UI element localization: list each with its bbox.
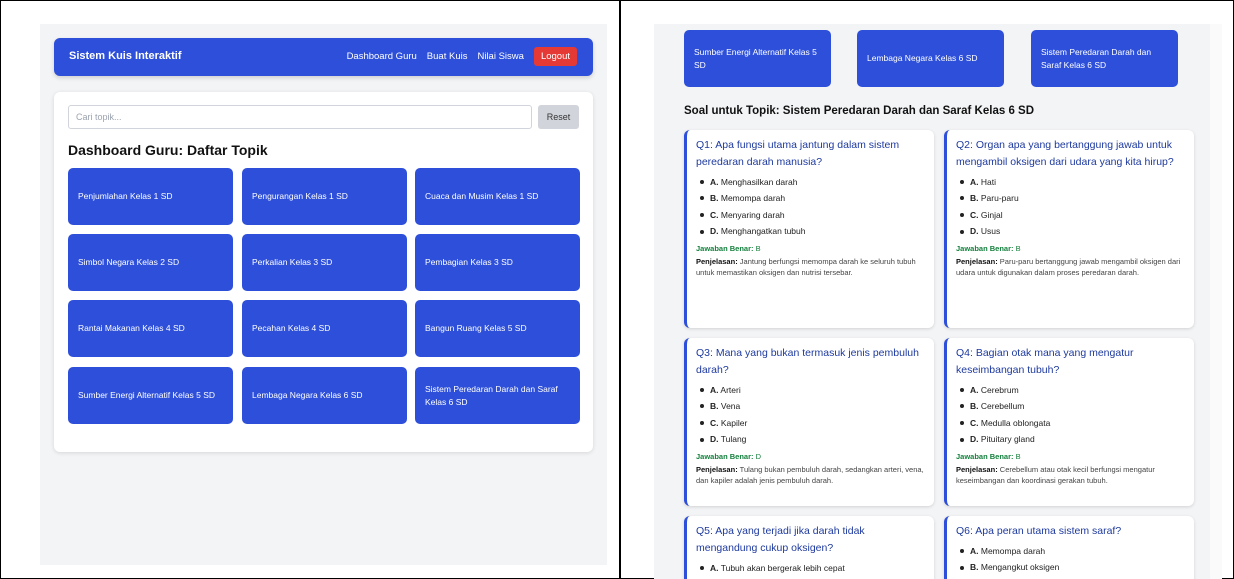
options-list: A. Hati B. Paru-paru C. Ginjal D. Usus: [956, 174, 1185, 240]
explanation: Penjelasan: Jantung berfungsi memompa da…: [696, 256, 916, 277]
page-title: Dashboard Guru: Daftar Topik: [68, 142, 268, 158]
bullet-icon: [960, 179, 964, 184]
option-item: A. Memompa darah: [956, 543, 1185, 560]
bullet-icon: [960, 437, 964, 442]
option-item: C. Menyaring darah: [696, 207, 925, 224]
bullet-icon: [700, 212, 704, 217]
option-item: B. Vena: [696, 398, 925, 415]
topic-button[interactable]: Penjumlahan Kelas 1 SD: [68, 168, 233, 225]
correct-answer: Jawaban Benar: B: [696, 243, 761, 253]
option-item: B. Paru-paru: [956, 190, 1185, 207]
nav-nilai-siswa[interactable]: Nilai Siswa: [477, 51, 523, 62]
options-list: A. Menghasilkan darah B. Memompa darah C…: [696, 174, 925, 240]
brand-title[interactable]: Sistem Kuis Interaktif: [69, 50, 181, 62]
search-input[interactable]: Cari topik...: [68, 105, 532, 129]
option-item: D. Usus: [956, 223, 1185, 240]
topic-card: Cari topik... Reset Dashboard Guru: Daft…: [54, 92, 593, 452]
option-item: D. Menghangatkan tubuh: [696, 223, 925, 240]
topic-button[interactable]: Cuaca dan Musim Kelas 1 SD: [415, 168, 580, 225]
explanation: Penjelasan: Cerebellum atau otak kecil b…: [956, 464, 1155, 485]
option-item: A. Tubuh akan bergerak lebih cepat: [696, 560, 925, 577]
topic-button[interactable]: Simbol Negara Kelas 2 SD: [68, 234, 233, 291]
explanation: Penjelasan: Tulang bukan pembuluh darah,…: [696, 464, 924, 485]
topic-button[interactable]: Pengurangan Kelas 1 SD: [242, 168, 407, 225]
correct-answer: Jawaban Benar: B: [956, 451, 1021, 461]
scrollbar[interactable]: [1210, 24, 1222, 579]
bullet-icon: [700, 404, 704, 409]
option-item: A. Hati: [956, 174, 1185, 191]
topic-button[interactable]: Bangun Ruang Kelas 5 SD: [415, 300, 580, 357]
question-text: Q3: Mana yang bukan termasuk jenis pembu…: [696, 347, 919, 376]
topic-button[interactable]: Rantai Makanan Kelas 4 SD: [68, 300, 233, 357]
navbar: Sistem Kuis Interaktif Dashboard Guru Bu…: [54, 38, 593, 76]
option-item: A. Menghasilkan darah: [696, 174, 925, 191]
bullet-icon: [700, 565, 704, 570]
topic-button[interactable]: Pembagian Kelas 3 SD: [415, 234, 580, 291]
correct-answer: Jawaban Benar: B: [956, 243, 1021, 253]
option-item: B. Cerebellum: [956, 398, 1185, 415]
topic-button[interactable]: Perkalian Kelas 3 SD: [242, 234, 407, 291]
option-item: A. Arteri: [696, 382, 925, 399]
question-card: Q2: Organ apa yang bertanggung jawab unt…: [944, 130, 1194, 328]
option-item: C. Ginjal: [956, 207, 1185, 224]
questions-heading: Soal untuk Topik: Sistem Peredaran Darah…: [684, 105, 1035, 117]
question-text: Q6: Apa peran utama sistem saraf?: [956, 525, 1122, 537]
question-card: Q5: Apa yang terjadi jika darah tidak me…: [684, 516, 934, 579]
nav-buat-kuis[interactable]: Buat Kuis: [427, 51, 468, 62]
bullet-icon: [700, 437, 704, 442]
question-card: Q1: Apa fungsi utama jantung dalam siste…: [684, 130, 934, 328]
options-list: A. Arteri B. Vena C. Kapiler D. Tulang: [696, 382, 925, 448]
question-card: Q3: Mana yang bukan termasuk jenis pembu…: [684, 338, 934, 506]
topic-button[interactable]: Sumber Energi Alternatif Kelas 5 SD: [684, 30, 831, 87]
topic-button[interactable]: Sistem Peredaran Darah dan Saraf Kelas 6…: [415, 367, 580, 424]
option-item: B. Memompa darah: [696, 190, 925, 207]
question-text: Q1: Apa fungsi utama jantung dalam siste…: [696, 139, 900, 168]
option-item: A. Cerebrum: [956, 382, 1185, 399]
options-list: A. Tubuh akan bergerak lebih cepat: [696, 560, 925, 577]
nav-dashboard-guru[interactable]: Dashboard Guru: [347, 51, 417, 62]
option-item: B. Mengangkut oksigen: [956, 559, 1185, 576]
option-item: D. Tulang: [696, 431, 925, 448]
topic-button[interactable]: Lembaga Negara Kelas 6 SD: [242, 367, 407, 424]
topic-button[interactable]: Sistem Peredaran Darah dan Saraf Kelas 6…: [1031, 30, 1178, 87]
options-list: A. Cerebrum B. Cerebellum C. Medulla obl…: [956, 382, 1185, 448]
bullet-icon: [960, 387, 964, 392]
option-item: C. Kapiler: [696, 415, 925, 432]
topic-button[interactable]: Lembaga Negara Kelas 6 SD: [857, 30, 1004, 87]
option-item: D. Pituitary gland: [956, 431, 1185, 448]
option-item: C. Medulla oblongata: [956, 415, 1185, 432]
panel-divider: [619, 0, 621, 579]
bullet-icon: [960, 196, 964, 201]
options-list: A. Memompa darah B. Mengangkut oksigen: [956, 543, 1185, 576]
bullet-icon: [960, 404, 964, 409]
bullet-icon: [960, 229, 964, 234]
bullet-icon: [700, 229, 704, 234]
right-screen: Sumber Energi Alternatif Kelas 5 SD Lemb…: [654, 24, 1210, 579]
question-text: Q5: Apa yang terjadi jika darah tidak me…: [696, 525, 865, 554]
bullet-icon: [960, 212, 964, 217]
bullet-icon: [700, 196, 704, 201]
logout-button[interactable]: Logout: [533, 47, 577, 66]
bullet-icon: [700, 179, 704, 184]
topic-button[interactable]: Sumber Energi Alternatif Kelas 5 SD: [68, 367, 233, 424]
topic-button[interactable]: Pecahan Kelas 4 SD: [242, 300, 407, 357]
bullet-icon: [960, 420, 964, 425]
left-screen: Sistem Kuis Interaktif Dashboard Guru Bu…: [40, 24, 607, 565]
correct-answer: Jawaban Benar: D: [696, 451, 762, 461]
question-text: Q4: Bagian otak mana yang mengatur kesei…: [956, 347, 1134, 376]
bullet-icon: [700, 420, 704, 425]
explanation: Penjelasan: Paru-paru bertanggung jawab …: [956, 256, 1181, 277]
question-card: Q6: Apa peran utama sistem saraf? A. Mem…: [944, 516, 1194, 579]
question-text: Q2: Organ apa yang bertanggung jawab unt…: [956, 139, 1174, 168]
bullet-icon: [960, 549, 964, 554]
bullet-icon: [700, 387, 704, 392]
reset-button[interactable]: Reset: [538, 105, 579, 129]
question-card: Q4: Bagian otak mana yang mengatur kesei…: [944, 338, 1194, 506]
bullet-icon: [960, 565, 964, 570]
nav-links: Dashboard Guru Buat Kuis Nilai Siswa Log…: [347, 47, 577, 66]
